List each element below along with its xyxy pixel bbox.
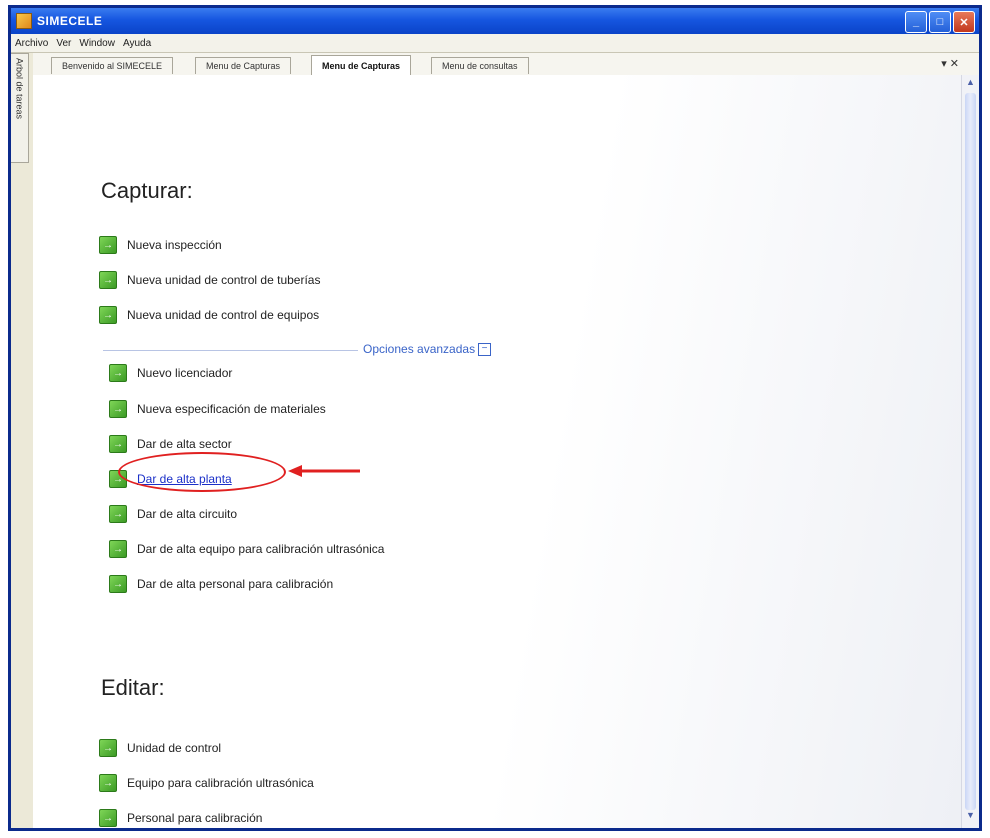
menu-ver[interactable]: Ver bbox=[52, 38, 75, 49]
capture-item-unidad-tuberias[interactable]: → Nueva unidad de control de tuberías bbox=[99, 271, 320, 289]
side-tab-arbol-de-tareas[interactable]: Arbol de tareas bbox=[11, 53, 29, 163]
scroll-up-icon[interactable]: ▲ bbox=[962, 77, 979, 93]
app-icon bbox=[16, 13, 32, 29]
minimize-button[interactable]: _ bbox=[905, 11, 927, 33]
green-arrow-icon: → bbox=[109, 400, 127, 418]
scroll-thumb[interactable] bbox=[965, 93, 976, 810]
advanced-options-toggle[interactable]: Opciones avanzadas − bbox=[363, 342, 492, 356]
advanced-item-personal-calibracion[interactable]: → Dar de alta personal para calibración bbox=[109, 575, 333, 593]
tab-bienvenido[interactable]: Benvenido al SIMECELE bbox=[51, 57, 174, 74]
green-arrow-icon: → bbox=[109, 364, 127, 382]
vertical-scrollbar[interactable]: ▲ ▼ bbox=[961, 75, 979, 828]
tab-menu-de-consultas[interactable]: Menu de consultas bbox=[431, 57, 529, 74]
advanced-item-equipo-calibracion[interactable]: → Dar de alta equipo para calibración ul… bbox=[109, 540, 384, 558]
green-arrow-icon: → bbox=[99, 809, 117, 827]
app-window: SIMECELE _ □ ✕ Archivo Ver Window Ayuda … bbox=[8, 5, 982, 831]
tab-menu-de-capturas-1[interactable]: Menu de Capturas bbox=[195, 57, 292, 74]
red-arrow-icon bbox=[288, 465, 360, 477]
menu-bar: Archivo Ver Window Ayuda bbox=[11, 34, 979, 53]
window-title: SIMECELE bbox=[37, 14, 103, 28]
close-button[interactable]: ✕ bbox=[953, 11, 975, 33]
collapse-icon[interactable]: − bbox=[478, 342, 492, 356]
highlight-ellipse bbox=[118, 452, 286, 492]
green-arrow-icon: → bbox=[99, 739, 117, 757]
menu-window[interactable]: Window bbox=[75, 38, 119, 49]
tab-menu-de-capturas-active[interactable]: Menu de Capturas bbox=[311, 55, 412, 75]
advanced-divider bbox=[103, 350, 358, 351]
title-bar: SIMECELE _ □ ✕ bbox=[11, 8, 979, 34]
green-arrow-icon: → bbox=[109, 575, 127, 593]
capture-item-unidad-equipos[interactable]: → Nueva unidad de control de equipos bbox=[99, 306, 319, 324]
green-arrow-icon: → bbox=[99, 236, 117, 254]
advanced-item-circuito[interactable]: → Dar de alta circuito bbox=[109, 505, 237, 523]
green-arrow-icon: → bbox=[99, 774, 117, 792]
green-arrow-icon: → bbox=[109, 505, 127, 523]
tab-close-controls[interactable]: ▾ ✕ bbox=[941, 57, 959, 70]
green-arrow-icon: → bbox=[109, 540, 127, 558]
advanced-item-especificacion[interactable]: → Nueva especificación de materiales bbox=[109, 400, 326, 418]
advanced-item-sector[interactable]: → Dar de alta sector bbox=[109, 435, 232, 453]
green-arrow-icon: → bbox=[99, 306, 117, 324]
edit-item-equipo-calibracion[interactable]: → Equipo para calibración ultrasónica bbox=[99, 774, 314, 792]
capturar-heading: Capturar: bbox=[101, 178, 193, 203]
editar-heading: Editar: bbox=[101, 675, 165, 700]
green-arrow-icon: → bbox=[109, 435, 127, 453]
scroll-down-icon[interactable]: ▼ bbox=[962, 810, 979, 826]
menu-archivo[interactable]: Archivo bbox=[11, 38, 52, 49]
edit-item-unidad-control[interactable]: → Unidad de control bbox=[99, 739, 221, 757]
edit-item-personal-calibracion[interactable]: → Personal para calibración bbox=[99, 809, 262, 827]
document-tab-strip: Benvenido al SIMECELE Menu de Capturas M… bbox=[33, 53, 979, 76]
advanced-item-licenciador[interactable]: → Nuevo licenciador bbox=[109, 364, 232, 382]
capture-item-nueva-inspeccion[interactable]: → Nueva inspección bbox=[99, 236, 222, 254]
green-arrow-icon: → bbox=[99, 271, 117, 289]
menu-ayuda[interactable]: Ayuda bbox=[119, 38, 155, 49]
main-content: Capturar: → Nueva inspección → Nueva uni… bbox=[33, 75, 962, 828]
maximize-button[interactable]: □ bbox=[929, 11, 951, 33]
